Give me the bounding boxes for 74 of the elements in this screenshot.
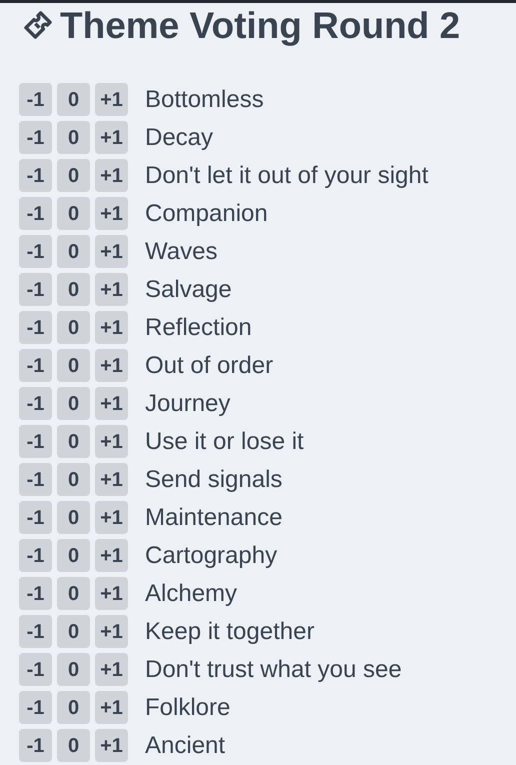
vote-button[interactable]: +1: [95, 311, 128, 344]
vote-button[interactable]: +1: [95, 615, 128, 648]
vote-button[interactable]: -1: [19, 83, 52, 116]
vote-button[interactable]: 0: [57, 425, 90, 458]
vote-button[interactable]: -1: [19, 691, 52, 724]
vote-button[interactable]: +1: [95, 83, 128, 116]
vote-button[interactable]: -1: [19, 235, 52, 268]
vote-button[interactable]: +1: [95, 121, 128, 154]
vote-button[interactable]: -1: [19, 729, 52, 762]
vote-button[interactable]: -1: [19, 577, 52, 610]
vote-button[interactable]: -1: [19, 387, 52, 420]
vote-button[interactable]: +1: [95, 425, 128, 458]
theme-name: Companion: [145, 198, 268, 228]
vote-button[interactable]: 0: [57, 235, 90, 268]
theme-name: Maintenance: [145, 502, 282, 532]
vote-button[interactable]: -1: [19, 349, 52, 382]
theme-name: Cartography: [145, 540, 278, 570]
vote-button[interactable]: 0: [57, 729, 90, 762]
vote-button[interactable]: +1: [95, 159, 128, 192]
vote-button[interactable]: -1: [19, 539, 52, 572]
vote-button[interactable]: 0: [57, 539, 90, 572]
vote-button[interactable]: 0: [57, 197, 90, 230]
theme-name: Out of order: [145, 350, 274, 380]
theme-name: Journey: [145, 388, 230, 418]
theme-name: Use it or lose it: [145, 426, 304, 456]
vote-button[interactable]: 0: [57, 463, 90, 496]
vote-button[interactable]: 0: [57, 273, 90, 306]
theme-name: Keep it together: [145, 616, 314, 646]
vote-button[interactable]: 0: [57, 691, 90, 724]
vote-button[interactable]: 0: [57, 653, 90, 686]
vote-button[interactable]: 0: [57, 311, 90, 344]
vote-button[interactable]: +1: [95, 577, 128, 610]
theme-name: Waves: [145, 236, 218, 266]
vote-button[interactable]: +1: [95, 387, 128, 420]
vote-button[interactable]: +1: [95, 273, 128, 306]
vote-button[interactable]: 0: [57, 159, 90, 192]
vote-button[interactable]: +1: [95, 539, 128, 572]
vote-button[interactable]: -1: [19, 311, 52, 344]
vote-button[interactable]: -1: [19, 159, 52, 192]
vote-button[interactable]: +1: [95, 729, 128, 762]
theme-name: Alchemy: [145, 578, 238, 608]
theme-name: Bottomless: [145, 84, 264, 114]
vote-button[interactable]: +1: [95, 653, 128, 686]
vote-button[interactable]: -1: [19, 197, 52, 230]
vote-button[interactable]: 0: [57, 121, 90, 154]
vote-button[interactable]: +1: [95, 463, 128, 496]
theme-name: Salvage: [145, 274, 232, 304]
theme-name: Decay: [145, 122, 214, 152]
vote-button[interactable]: +1: [95, 691, 128, 724]
vote-button[interactable]: -1: [19, 121, 52, 154]
vote-button[interactable]: +1: [95, 197, 128, 230]
vote-button[interactable]: +1: [95, 235, 128, 268]
vote-button[interactable]: +1: [95, 349, 128, 382]
vote-button[interactable]: -1: [19, 653, 52, 686]
vote-button[interactable]: -1: [19, 273, 52, 306]
vote-button[interactable]: 0: [57, 83, 90, 116]
theme-name: Send signals: [145, 464, 282, 494]
theme-name: Reflection: [145, 312, 252, 342]
vote-button[interactable]: +1: [95, 501, 128, 534]
ticket-icon: [22, 9, 54, 41]
vote-button[interactable]: -1: [19, 425, 52, 458]
theme-name: Ancient: [145, 730, 226, 760]
vote-button[interactable]: -1: [19, 501, 52, 534]
theme-name: Don't let it out of your sight: [145, 160, 428, 190]
vote-button[interactable]: -1: [19, 463, 52, 496]
vote-button[interactable]: -1: [19, 615, 52, 648]
theme-name: Folklore: [145, 692, 230, 722]
vote-button[interactable]: 0: [57, 501, 90, 534]
page-title: Theme Voting Round 2: [60, 6, 460, 44]
vote-button[interactable]: 0: [57, 349, 90, 382]
theme-name: Don't trust what you see: [145, 654, 402, 684]
vote-button[interactable]: 0: [57, 615, 90, 648]
vote-button[interactable]: 0: [57, 387, 90, 420]
vote-button[interactable]: 0: [57, 577, 90, 610]
